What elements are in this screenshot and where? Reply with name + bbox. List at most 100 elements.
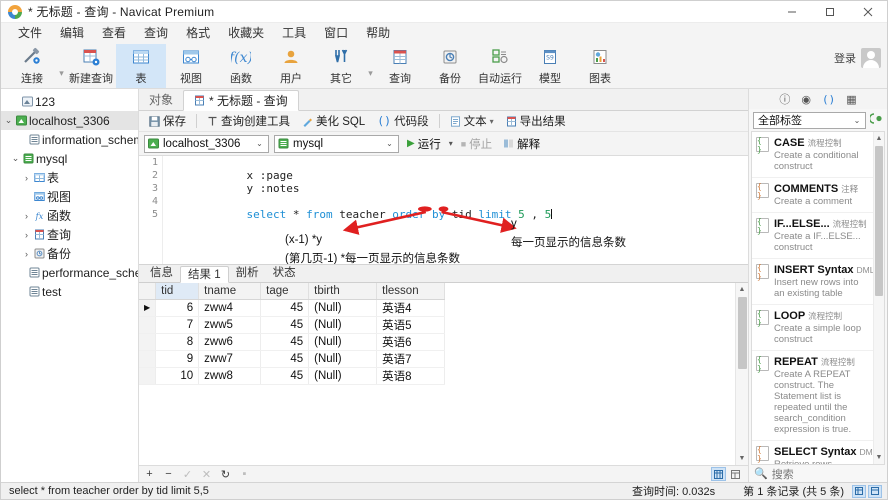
status-form-view-button[interactable]	[868, 484, 882, 498]
ribbon-backup[interactable]: 备份	[425, 44, 475, 88]
minimize-button[interactable]	[773, 1, 811, 23]
table-row[interactable]: 9 zww7 45 (Null) 英语7	[139, 350, 446, 368]
ribbon-view[interactable]: 视图	[166, 44, 216, 88]
result-tab-result1[interactable]: 结果 1	[180, 266, 229, 283]
tree-node-123[interactable]: 123	[1, 92, 138, 111]
maximize-button[interactable]	[811, 1, 849, 23]
tree-twisty[interactable]: ⌄	[3, 115, 14, 126]
cell-tbirth[interactable]: (Null)	[308, 350, 378, 368]
ribbon-query[interactable]: 查询	[375, 44, 425, 88]
cell-tid[interactable]: 10	[155, 367, 200, 385]
code-snippet-button[interactable]: () 代码段	[372, 112, 433, 130]
table-row[interactable]: 7 zww5 45 (Null) 英语5	[139, 316, 446, 334]
stop-button[interactable]: ■ 停止	[458, 135, 495, 153]
ribbon-other[interactable]: 其它	[316, 44, 366, 88]
snippet-item-select-syntax[interactable]: { } SELECT SyntaxDML Retrieve rows selec…	[752, 441, 873, 464]
menu-view[interactable]: 查看	[93, 23, 135, 43]
column-header-tage[interactable]: tage	[260, 283, 310, 300]
menu-favorites[interactable]: 收藏夹	[219, 23, 273, 43]
query-builder-button[interactable]: 查询创建工具	[202, 112, 295, 130]
chevron-down-icon[interactable]: ⌄	[253, 139, 266, 148]
login-area[interactable]: 登录	[834, 44, 881, 68]
cell-tname[interactable]: zww8	[198, 367, 262, 385]
scroll-down-icon[interactable]: ▼	[873, 451, 885, 464]
table-row[interactable]: ▶ 6 zww4 45 (Null) 英语4	[139, 299, 446, 317]
refresh-button[interactable]: ↻	[220, 468, 231, 481]
cell-tid[interactable]: 7	[155, 316, 200, 334]
cell-tname[interactable]: zww5	[198, 316, 262, 334]
add-snippet-icon[interactable]	[868, 112, 883, 128]
ribbon-automation[interactable]: 自动运行	[475, 44, 525, 88]
save-button[interactable]: 保存	[144, 112, 191, 130]
attribute-icon[interactable]: ◉	[801, 93, 811, 106]
scroll-up-icon[interactable]: ▲	[873, 132, 885, 145]
tree-node-tables[interactable]: › 表	[1, 168, 138, 187]
tree-twisty[interactable]: ›	[21, 249, 32, 259]
close-button[interactable]	[849, 1, 887, 23]
snippet-item-insert-syntax[interactable]: { } INSERT Syntax DML Insert new rows int…	[752, 259, 873, 305]
result-grid[interactable]: tid tname tage tbirth tlesson ▶ 6 zww4 4…	[139, 283, 735, 465]
beautify-sql-button[interactable]: 美化 SQL	[297, 112, 370, 130]
cell-tname[interactable]: zww6	[198, 333, 262, 351]
export-result-button[interactable]: 导出结果	[501, 112, 571, 130]
scrollbar-track[interactable]	[738, 370, 747, 452]
tree-node-functions[interactable]: › fx 函数	[1, 206, 138, 225]
tree-twisty[interactable]: ⌄	[10, 153, 21, 164]
snippet-item-repeat[interactable]: { } REPEAT 流程控制 Create A REPEAT construct…	[752, 351, 873, 441]
tree-twisty[interactable]: ›	[21, 173, 32, 183]
ribbon-function[interactable]: f(x) 函数	[216, 44, 266, 88]
tree-node-views[interactable]: 视图	[1, 187, 138, 206]
apply-changes-button[interactable]: ✓	[182, 468, 193, 481]
result-tab-info[interactable]: 信息	[143, 265, 180, 282]
snippet-tag-select[interactable]: 全部标签 ⌄	[753, 111, 866, 129]
form-view-button[interactable]	[728, 467, 743, 481]
cell-tlesson[interactable]: 英语5	[376, 316, 446, 334]
database-select[interactable]: mysql ⌄	[274, 134, 399, 153]
cell-tbirth[interactable]: (Null)	[308, 367, 378, 385]
menu-tools[interactable]: 工具	[273, 23, 315, 43]
ribbon-table[interactable]: 表	[116, 44, 166, 88]
ribbon-connection[interactable]: 连接	[7, 44, 57, 88]
menu-format[interactable]: 格式	[177, 23, 219, 43]
cancel-changes-button[interactable]: ✕	[201, 468, 212, 481]
scrollbar-track[interactable]	[875, 297, 884, 451]
tree-node-queries[interactable]: › 查询	[1, 225, 138, 244]
scrollbar-thumb[interactable]	[737, 297, 747, 369]
run-button[interactable]: ▶ 运行	[404, 135, 444, 153]
result-tab-status[interactable]: 状态	[266, 265, 303, 282]
tree-node-performance-schema[interactable]: performance_schema	[1, 263, 138, 282]
tree-twisty[interactable]: ›	[21, 211, 32, 221]
cell-tbirth[interactable]: (Null)	[308, 333, 378, 351]
tree-node-information-schema[interactable]: information_schema	[1, 130, 138, 149]
snippet-list[interactable]: { } CASE 流程控制 Create a conditional constr…	[751, 131, 885, 465]
tree-node-backups[interactable]: › 备份	[1, 244, 138, 263]
column-header-tid[interactable]: tid	[155, 283, 200, 300]
connection-select[interactable]: localhost_3306 ⌄	[144, 134, 269, 153]
column-header-tname[interactable]: tname	[198, 283, 262, 300]
menu-edit[interactable]: 编辑	[51, 23, 93, 43]
add-record-button[interactable]: +	[144, 468, 155, 480]
scroll-down-icon[interactable]: ▼	[736, 452, 749, 465]
cell-tid[interactable]: 8	[155, 333, 200, 351]
code-lines[interactable]: x :page y :notes select * from teacher o…	[167, 156, 748, 221]
grid-icon[interactable]: ▦	[846, 93, 856, 106]
snippet-item-comments[interactable]: { } COMMENTS 注释 Create a comment	[752, 178, 873, 213]
snippet-item-loop[interactable]: { } LOOP 流程控制 Create a simple loop constr…	[752, 305, 873, 351]
cell-tage[interactable]: 45	[260, 350, 310, 368]
menu-file[interactable]: 文件	[9, 23, 51, 43]
ribbon-chart[interactable]: 图表	[575, 44, 625, 88]
table-row[interactable]: 10 zww8 45 (Null) 英语8	[139, 367, 446, 385]
cell-tid[interactable]: 9	[155, 350, 200, 368]
cell-tage[interactable]: 45	[260, 333, 310, 351]
grid-view-button[interactable]	[711, 467, 726, 481]
sql-editor[interactable]: 1 2 3 4 5 x :page y :notes select * from…	[139, 156, 748, 264]
column-header-tbirth[interactable]: tbirth	[308, 283, 378, 300]
scrollbar-thumb[interactable]	[875, 146, 883, 296]
tree-twisty[interactable]: ›	[21, 230, 32, 240]
explain-button[interactable]: 解释	[500, 135, 543, 153]
cell-tlesson[interactable]: 英语7	[376, 350, 446, 368]
cell-tname[interactable]: zww4	[198, 299, 262, 317]
cell-tage[interactable]: 45	[260, 367, 310, 385]
tree-node-localhost-3306[interactable]: ⌄ localhost_3306	[1, 111, 138, 130]
cell-tbirth[interactable]: (Null)	[308, 316, 378, 334]
